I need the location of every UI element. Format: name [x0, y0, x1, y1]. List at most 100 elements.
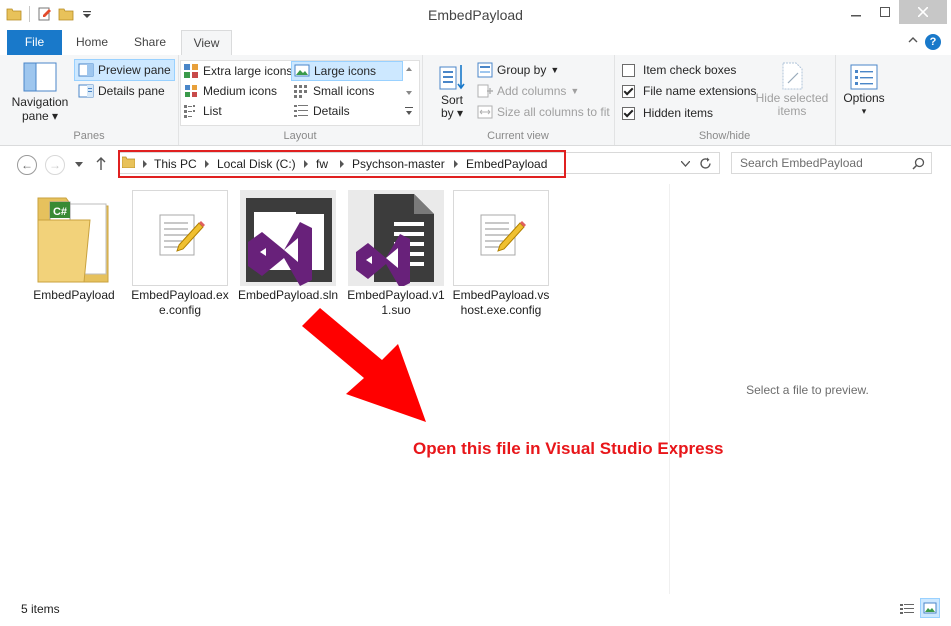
maximize-button[interactable]: [872, 0, 898, 24]
options-button[interactable]: Options ▾: [841, 63, 887, 116]
breadcrumb-fw[interactable]: fw: [316, 157, 328, 171]
file-name: EmbedPayload.vshost.exe.config: [452, 288, 550, 317]
hidden-items-checkbox[interactable]: [622, 106, 635, 120]
tab-home[interactable]: Home: [67, 30, 117, 55]
group-by-label: Group by: [497, 63, 547, 77]
add-columns-icon: [477, 84, 493, 98]
preview-pane-message: Select a file to preview.: [746, 383, 869, 397]
up-arrow-icon[interactable]: [95, 157, 107, 171]
breadcrumb-embedpayload[interactable]: EmbedPayload: [466, 157, 547, 171]
panes-group: Navigation pane ▾ Preview pane Details p…: [0, 55, 179, 145]
file-item[interactable]: C# EmbedPayload: [21, 190, 127, 303]
file-name: EmbedPayload: [33, 288, 115, 302]
address-dropdown-icon[interactable]: [681, 161, 690, 167]
tab-share[interactable]: Share: [125, 30, 175, 55]
gallery-scroll-arrows-icon: [405, 67, 413, 115]
hide-selected-label-line2: items: [777, 104, 807, 118]
csharp-folder-icon: C#: [26, 190, 122, 286]
ribbon: Navigation pane ▾ Preview pane Details p…: [0, 55, 951, 146]
item-check-boxes-toggle[interactable]: Item check boxes: [622, 62, 736, 78]
item-check-boxes-checkbox[interactable]: [622, 63, 635, 77]
svg-text:C#: C#: [53, 206, 67, 218]
sort-label-line2: by ▾: [440, 106, 464, 120]
help-icon[interactable]: ?: [925, 34, 941, 50]
layout-small-icons[interactable]: Small icons: [293, 82, 374, 100]
layout-option-label: Large icons: [314, 64, 377, 78]
file-name-extensions-checkbox[interactable]: [622, 84, 635, 98]
layout-details[interactable]: Details: [293, 102, 350, 120]
layout-gallery-scroll[interactable]: [402, 61, 416, 123]
extra-large-icons-icon: [184, 64, 198, 78]
title-bar: EmbedPayload: [0, 0, 951, 30]
file-name-extensions-toggle[interactable]: File name extensions: [622, 83, 756, 99]
navigation-pane-icon: [23, 62, 57, 92]
breadcrumb-this-pc[interactable]: This PC: [154, 157, 197, 171]
file-name-extensions-label: File name extensions: [643, 84, 757, 98]
dropdown-arrow-icon: ▼: [570, 86, 580, 96]
layout-group: Extra large icons Large icons Medium ico…: [178, 55, 423, 145]
dropdown-arrow-icon: ▼: [550, 65, 560, 75]
back-button[interactable]: ←: [17, 155, 37, 175]
search-placeholder: Search EmbedPayload: [740, 156, 863, 170]
breadcrumb-chevron-icon: [205, 160, 209, 168]
size-columns-icon: [477, 105, 493, 119]
large-icons-view-button[interactable]: [920, 598, 940, 618]
annotation-arrow: [302, 308, 426, 422]
breadcrumb-local-disk[interactable]: Local Disk (C:): [217, 157, 296, 171]
navigation-bar: ← → This PC Local Disk (C:) fw Psychson-…: [0, 146, 951, 184]
layout-group-label: Layout: [283, 130, 317, 142]
breadcrumb-chevron-icon: [143, 160, 147, 168]
tab-view[interactable]: View: [181, 30, 232, 57]
options-label: Options: [843, 91, 885, 105]
layout-large-icons[interactable]: Large icons: [291, 61, 403, 81]
maximize-icon: [880, 7, 890, 17]
annotation-text: Open this file in Visual Studio Express: [413, 439, 724, 458]
navigation-pane-button[interactable]: Navigation pane ▾: [10, 60, 70, 122]
recent-locations-icon[interactable]: [75, 162, 83, 168]
search-icon[interactable]: [912, 157, 925, 170]
medium-icons-icon: [185, 85, 197, 97]
large-icons-view-icon: [923, 602, 937, 614]
tab-file[interactable]: File: [7, 30, 62, 55]
size-all-columns-button: Size all columns to fit: [477, 103, 610, 121]
window-title: EmbedPayload: [428, 7, 523, 23]
current-view-group: Sort by ▾ Group by ▼ Add columns ▼ Size al…: [422, 55, 615, 145]
list-icon: [184, 105, 195, 118]
breadcrumb-chevron-icon: [304, 160, 308, 168]
navigation-pane-label-line2: pane ▾: [21, 109, 59, 123]
file-item[interactable]: EmbedPayload.vshost.exe.config: [448, 190, 554, 318]
preview-pane-button[interactable]: Preview pane: [74, 59, 175, 81]
minimize-icon: [851, 15, 861, 17]
forward-arrow-icon: →: [49, 158, 61, 172]
back-arrow-icon: ←: [21, 158, 33, 172]
preview-pane-icon: [78, 63, 94, 77]
details-pane-button[interactable]: Details pane: [78, 82, 165, 100]
details-pane-icon: [78, 84, 94, 98]
collapse-ribbon-icon[interactable]: [907, 34, 919, 46]
breadcrumb-psychson-master[interactable]: Psychson-master: [352, 157, 445, 171]
refresh-icon[interactable]: [699, 157, 712, 170]
forward-button: →: [45, 155, 65, 175]
file-item[interactable]: EmbedPayload.exe.config: [127, 190, 233, 318]
size-columns-label: Size all columns to fit: [497, 105, 610, 119]
hide-selected-icon: [782, 62, 803, 90]
current-view-group-label: Current view: [487, 130, 549, 142]
close-button[interactable]: [899, 0, 947, 24]
large-icons-icon: [294, 64, 310, 77]
small-icons-icon: [294, 85, 307, 98]
group-by-button[interactable]: Group by ▼: [477, 61, 559, 79]
details-view-icon[interactable]: [899, 601, 915, 617]
options-icon: [850, 64, 878, 90]
group-by-icon: [477, 62, 493, 78]
folder-icon: [122, 156, 135, 168]
hidden-items-label: Hidden items: [643, 106, 714, 120]
minimize-button[interactable]: [841, 0, 871, 24]
file-item[interactable]: EmbedPayload.sln: [235, 190, 341, 303]
hidden-items-toggle[interactable]: Hidden items: [622, 105, 713, 121]
sort-by-button[interactable]: Sort by ▾: [436, 61, 468, 119]
layout-extra-large-icons[interactable]: Extra large icons: [183, 62, 292, 80]
layout-medium-icons[interactable]: Medium icons: [183, 82, 277, 100]
breadcrumb-chevron-icon: [340, 160, 344, 168]
search-input[interactable]: Search EmbedPayload: [731, 152, 932, 174]
layout-list[interactable]: List: [183, 102, 222, 120]
